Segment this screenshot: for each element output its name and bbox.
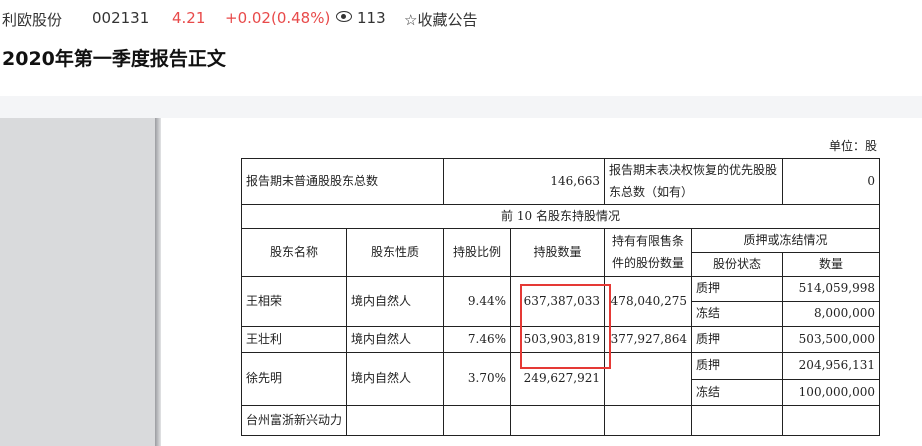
preferred-holders-label: 报告期末表决权恢复的优先股股东总数（如有） (604, 158, 784, 205)
favorite-button[interactable]: ☆收藏公告 (404, 9, 477, 30)
col-header-amount: 数量 (782, 252, 881, 277)
share-amount: 8,000,000 (782, 301, 881, 327)
holder-ratio: 9.44% (443, 276, 512, 327)
col-header-pledge-group: 质押或冻结情况 (691, 228, 881, 253)
holder-name: 徐先明 (240, 352, 348, 406)
shareholder-table: 报告期末普通股股东总数 146,663 报告期末表决权恢复的优先股股东总数（如有… (240, 158, 881, 436)
holder-ratio: 7.46% (443, 326, 512, 353)
holder-name: 王壮利 (240, 326, 348, 353)
table-row: 王相荣 境内自然人 9.44% 637,387,033 478,040,275 … (240, 276, 881, 327)
holder-nature: 境内自然人 (346, 352, 445, 406)
col-header-name: 股东名称 (240, 228, 348, 277)
share-status: 质押 (691, 326, 784, 353)
view-count-value: 113 (357, 9, 386, 27)
holder-restricted: 478,040,275 (604, 276, 693, 327)
holder-quantity: 503,903,819 (510, 326, 606, 353)
holder-name: 台州富浙新兴动力 (240, 405, 348, 436)
stock-name[interactable]: 利欧股份 (2, 9, 62, 30)
holder-name: 王相荣 (240, 276, 348, 327)
col-header-ratio: 持股比例 (443, 228, 512, 277)
table-row: 前 10 名股东持股情况 (240, 204, 881, 229)
stock-price: 4.21 (172, 9, 206, 27)
col-header-nature: 股东性质 (346, 228, 445, 277)
share-amount (782, 405, 881, 436)
share-status: 质押 (691, 352, 784, 380)
holder-nature: 境内自然人 (346, 326, 445, 353)
holder-nature (346, 405, 445, 436)
toolbar-strip (0, 96, 922, 118)
share-status (691, 405, 784, 436)
table-header-row: 股东名称 股东性质 持股比例 持股数量 持有有限售条件的股份数量 质押或冻结情况 (240, 228, 881, 277)
viewer-left-panel (0, 118, 155, 446)
share-amount: 204,956,131 (782, 352, 881, 380)
section-title: 前 10 名股东持股情况 (240, 204, 881, 229)
holder-nature: 境内自然人 (346, 276, 445, 327)
share-status: 冻结 (691, 379, 784, 406)
col-header-quantity: 持股数量 (510, 228, 606, 277)
col-header-restricted: 持有有限售条件的股份数量 (604, 228, 693, 277)
holder-ratio: 3.70% (443, 352, 512, 406)
share-amount: 514,059,998 (782, 276, 881, 302)
share-amount: 100,000,000 (782, 379, 881, 406)
table-row: 王壮利 境内自然人 7.46% 503,903,819 377,927,864 … (240, 326, 881, 353)
col-header-share-status: 股份状态 (691, 252, 784, 277)
holder-restricted (604, 405, 693, 436)
holder-ratio (443, 405, 512, 436)
stock-ticker-bar: 利欧股份 002131 4.21 +0.02(0.48%) 113 ☆收藏公告 (0, 0, 922, 36)
page-title: 2020年第一季度报告正文 (2, 48, 226, 70)
total-holders-value: 146,663 (443, 158, 606, 205)
table-row: 报告期末普通股股东总数 146,663 报告期末表决权恢复的优先股股东总数（如有… (240, 158, 881, 205)
stock-code: 002131 (92, 9, 150, 27)
view-count: 113 (336, 9, 386, 27)
share-status: 质押 (691, 276, 784, 302)
share-status: 冻结 (691, 301, 784, 327)
holder-quantity (510, 405, 606, 436)
eye-icon (336, 11, 352, 22)
holder-restricted (604, 352, 693, 406)
holder-quantity: 637,387,033 (510, 276, 606, 327)
table-row: 台州富浙新兴动力 (240, 405, 881, 436)
preferred-holders-value: 0 (782, 158, 881, 205)
stock-change: +0.02(0.48%) (225, 9, 331, 27)
share-amount: 503,500,000 (782, 326, 881, 353)
holder-quantity: 249,627,921 (510, 352, 606, 406)
holder-restricted: 377,927,864 (604, 326, 693, 353)
table-row: 徐先明 境内自然人 3.70% 249,627,921 质押 204,956,1… (240, 352, 881, 406)
unit-label: 单位：股 (829, 139, 878, 153)
total-holders-label: 报告期末普通股股东总数 (240, 158, 445, 205)
